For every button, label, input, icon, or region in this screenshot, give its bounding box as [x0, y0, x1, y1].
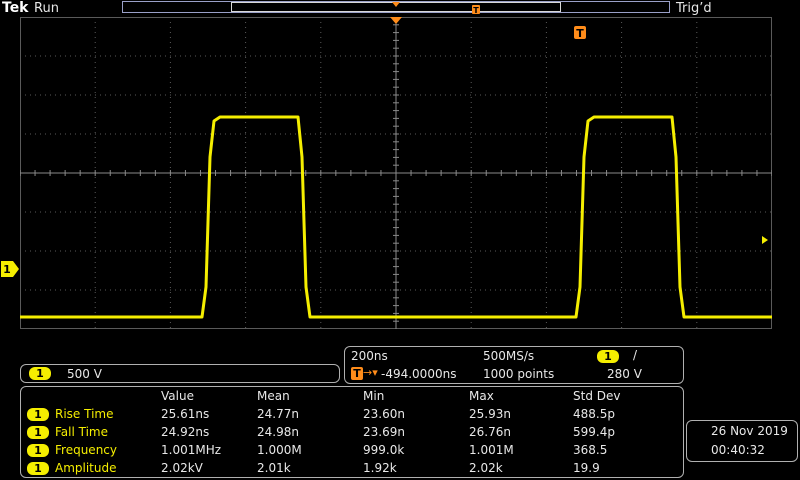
datetime-display: 26 Nov 2019 00:40:32 — [686, 420, 798, 462]
measurement-std-dev: 488.5p — [573, 407, 615, 421]
measurement-mean: 24.98n — [257, 425, 299, 439]
ch1-badge: 1 — [29, 367, 51, 380]
trigger-state: Trig’d — [676, 1, 712, 16]
date: 26 Nov 2019 — [711, 424, 788, 438]
measurement-min: 23.69n — [363, 425, 405, 439]
horizontal-delay: -494.0000ns — [381, 367, 457, 381]
svg-text:T: T — [576, 27, 584, 40]
measurement-value: 25.61ns — [161, 407, 210, 421]
col-min: Min — [363, 389, 385, 403]
trigger-source-badge: 1 — [597, 350, 619, 363]
measurement-min: 23.60n — [363, 407, 405, 421]
ch1-ground-marker[interactable]: 1 — [0, 259, 20, 279]
table-row[interactable]: 1 Fall Time 24.92ns 24.98n 23.69n 26.76n… — [21, 425, 685, 442]
trigger-position-arrow-icon — [392, 2, 400, 7]
col-mean: Mean — [257, 389, 290, 403]
record-trigger-marker-icon: T — [472, 5, 480, 15]
measurement-max: 26.76n — [469, 425, 511, 439]
horizontal-readout[interactable]: 200ns 500MS/s 1 / T →▾ -494.0000ns 1000 … — [344, 346, 684, 384]
measurement-value: 1.001MHz — [161, 443, 222, 457]
measurement-std-dev: 368.5 — [573, 443, 608, 457]
measurement-min: 1.92k — [363, 461, 397, 475]
measurement-std-dev: 599.4p — [573, 425, 615, 439]
time: 00:40:32 — [711, 443, 765, 457]
delay-arrow-icon: →▾ — [363, 366, 378, 379]
ch1-badge: 1 — [27, 444, 49, 457]
trigger-level-marker-icon[interactable] — [762, 236, 768, 244]
measurement-value: 24.92ns — [161, 425, 210, 439]
record-length: 1000 points — [483, 367, 555, 381]
svg-text:1: 1 — [3, 263, 11, 276]
trigger-time-marker-icon: T — [574, 26, 586, 40]
delay-trigger-icon: T — [351, 367, 363, 380]
measurement-min: 999.0k — [363, 443, 405, 457]
measurement-mean: 1.000M — [257, 443, 302, 457]
vertical-scale: 500 V — [67, 367, 102, 381]
table-row[interactable]: 1 Rise Time 25.61ns 24.77n 23.60n 25.93n… — [21, 407, 685, 424]
measurements-panel[interactable]: Value Mean Min Max Std Dev 1 Rise Time 2… — [20, 386, 684, 478]
measurement-value: 2.02kV — [161, 461, 203, 475]
time-per-div: 200ns — [351, 349, 388, 363]
measurement-name: Fall Time — [55, 425, 109, 439]
measurement-max: 25.93n — [469, 407, 511, 421]
graticule — [20, 17, 772, 329]
measurements-header: Value Mean Min Max Std Dev — [21, 389, 685, 406]
measurement-name: Amplitude — [55, 461, 117, 475]
measurement-name: Rise Time — [55, 407, 114, 421]
measurement-mean: 2.01k — [257, 461, 291, 475]
ch1-badge: 1 — [27, 462, 49, 475]
trigger-slope-rising-icon: / — [633, 348, 638, 362]
measurement-max: 2.02k — [469, 461, 503, 475]
measurement-mean: 24.77n — [257, 407, 299, 421]
measurement-std-dev: 19.9 — [573, 461, 600, 475]
col-std-dev: Std Dev — [573, 389, 621, 403]
trigger-level: 280 V — [607, 367, 642, 381]
sample-rate: 500MS/s — [483, 349, 535, 363]
measurement-max: 1.001M — [469, 443, 514, 457]
table-row[interactable]: 1 Amplitude 2.02kV 2.01k 1.92k 2.02k 19.… — [21, 461, 685, 478]
col-value: Value — [161, 389, 194, 403]
svg-text:T: T — [473, 6, 479, 15]
col-max: Max — [469, 389, 494, 403]
ch1-badge: 1 — [27, 408, 49, 421]
ch1-badge: 1 — [27, 426, 49, 439]
table-row[interactable]: 1 Frequency 1.001MHz 1.000M 999.0k 1.001… — [21, 443, 685, 460]
vertical-readout[interactable]: 1 500 V — [20, 364, 340, 383]
trigger-top-marker-icon — [390, 17, 402, 24]
waveform-display[interactable]: T — [20, 17, 772, 329]
measurement-name: Frequency — [55, 443, 117, 457]
